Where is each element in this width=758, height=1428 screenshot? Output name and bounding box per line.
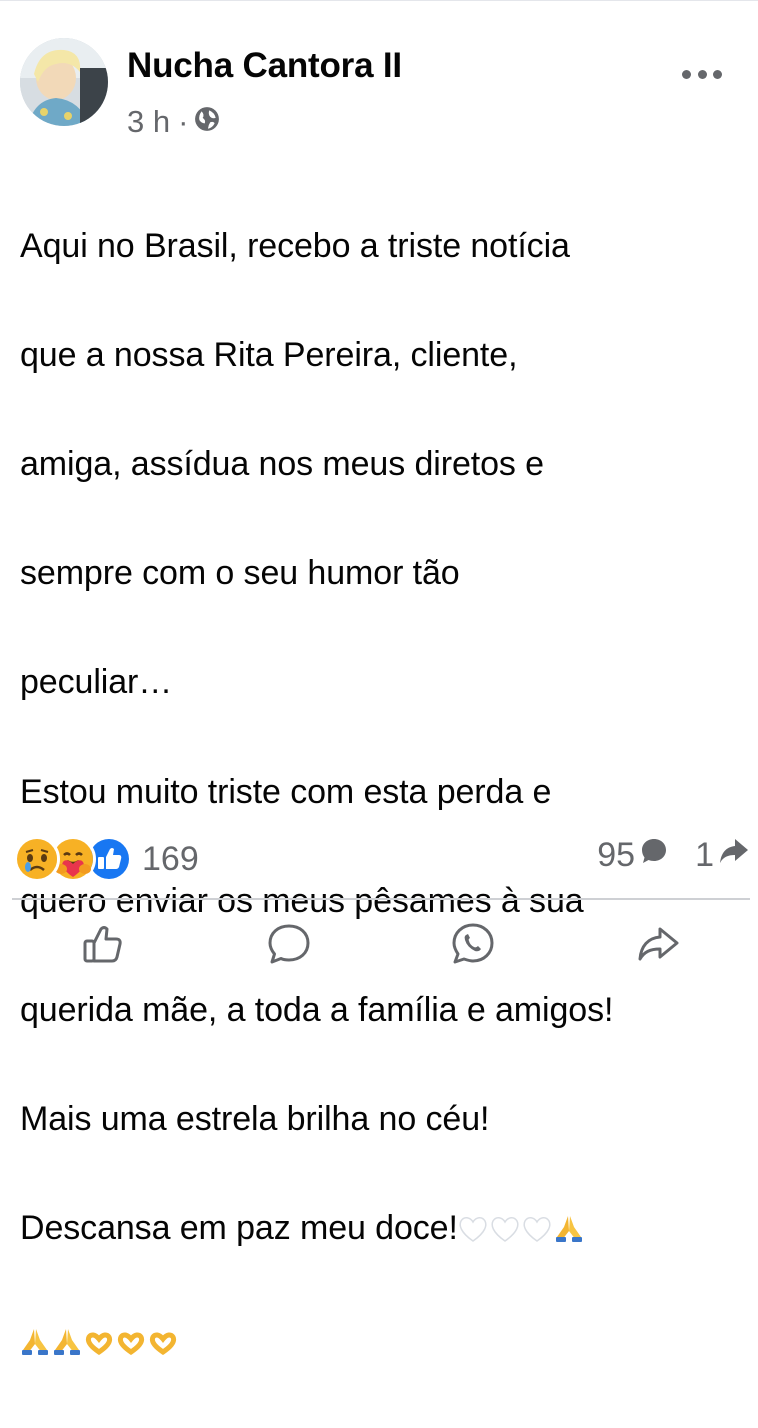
post-line: sempre com o seu humor tão [20, 554, 460, 593]
top-divider [0, 0, 758, 1]
post-line: querida mãe, a toda a família e amigos! [20, 990, 614, 1029]
like-button[interactable] [79, 920, 127, 968]
comment-button[interactable] [265, 920, 313, 968]
post-time[interactable]: 3 h [127, 104, 170, 140]
comments-count-value: 95 [597, 836, 636, 874]
share-arrow-icon [714, 836, 750, 875]
post-stats: 95 1 [571, 836, 750, 875]
praying-hands-icon [554, 1205, 584, 1260]
author-name[interactable]: Nucha Cantora II [127, 46, 402, 86]
comments-count[interactable]: 95 [597, 836, 669, 875]
heart-hands-icon [148, 1318, 178, 1373]
comment-icon [268, 924, 310, 964]
shares-count-value: 1 [695, 836, 714, 874]
avatar[interactable] [20, 38, 108, 126]
post-line-with-emoji: Descansa em paz meu doce! [20, 1201, 750, 1260]
meta-separator: · [178, 104, 189, 139]
actions-divider [12, 898, 750, 900]
post-line: Descansa em paz meu doce! [20, 1209, 458, 1248]
post-line: Estou muito triste com esta perda e [20, 772, 552, 811]
reactions-summary[interactable]: 169 [14, 836, 199, 882]
shares-count[interactable]: 1 [695, 836, 750, 875]
whatsapp-icon [452, 923, 494, 964]
reactions-count: 169 [142, 839, 199, 878]
action-bar [0, 912, 758, 976]
thumbs-up-icon [83, 926, 122, 963]
sad-face-icon [14, 836, 60, 882]
dot-icon [682, 69, 691, 79]
post-line: Aqui no Brasil, recebo a triste notícia [20, 226, 570, 265]
post-line: peculiar… [20, 663, 173, 702]
praying-hands-icon [20, 1318, 50, 1373]
praying-hands-icon [52, 1318, 82, 1373]
white-heart-icon [458, 1205, 488, 1260]
heart-hands-icon [116, 1318, 146, 1373]
more-options-button[interactable] [682, 62, 722, 86]
post-meta: 3 h · [127, 104, 220, 140]
comment-bubble-icon [635, 836, 669, 875]
whatsapp-button[interactable] [449, 920, 497, 968]
emoji-line [20, 1314, 750, 1373]
post-line: Mais uma estrela brilha no céu! [20, 1100, 490, 1139]
globe-icon [194, 104, 220, 140]
white-heart-icon [490, 1205, 520, 1260]
dot-icon [713, 69, 722, 79]
heart-hands-icon [84, 1318, 114, 1373]
share-icon [638, 927, 679, 961]
post-line: que a nossa Rita Pereira, cliente, [20, 335, 518, 374]
post-text: Aqui no Brasil, recebo a triste notícia … [20, 164, 750, 1428]
dot-icon [697, 69, 707, 79]
white-heart-icon [522, 1205, 552, 1260]
post-line: amiga, assídua nos meus diretos e [20, 444, 544, 483]
share-button[interactable] [634, 920, 682, 968]
